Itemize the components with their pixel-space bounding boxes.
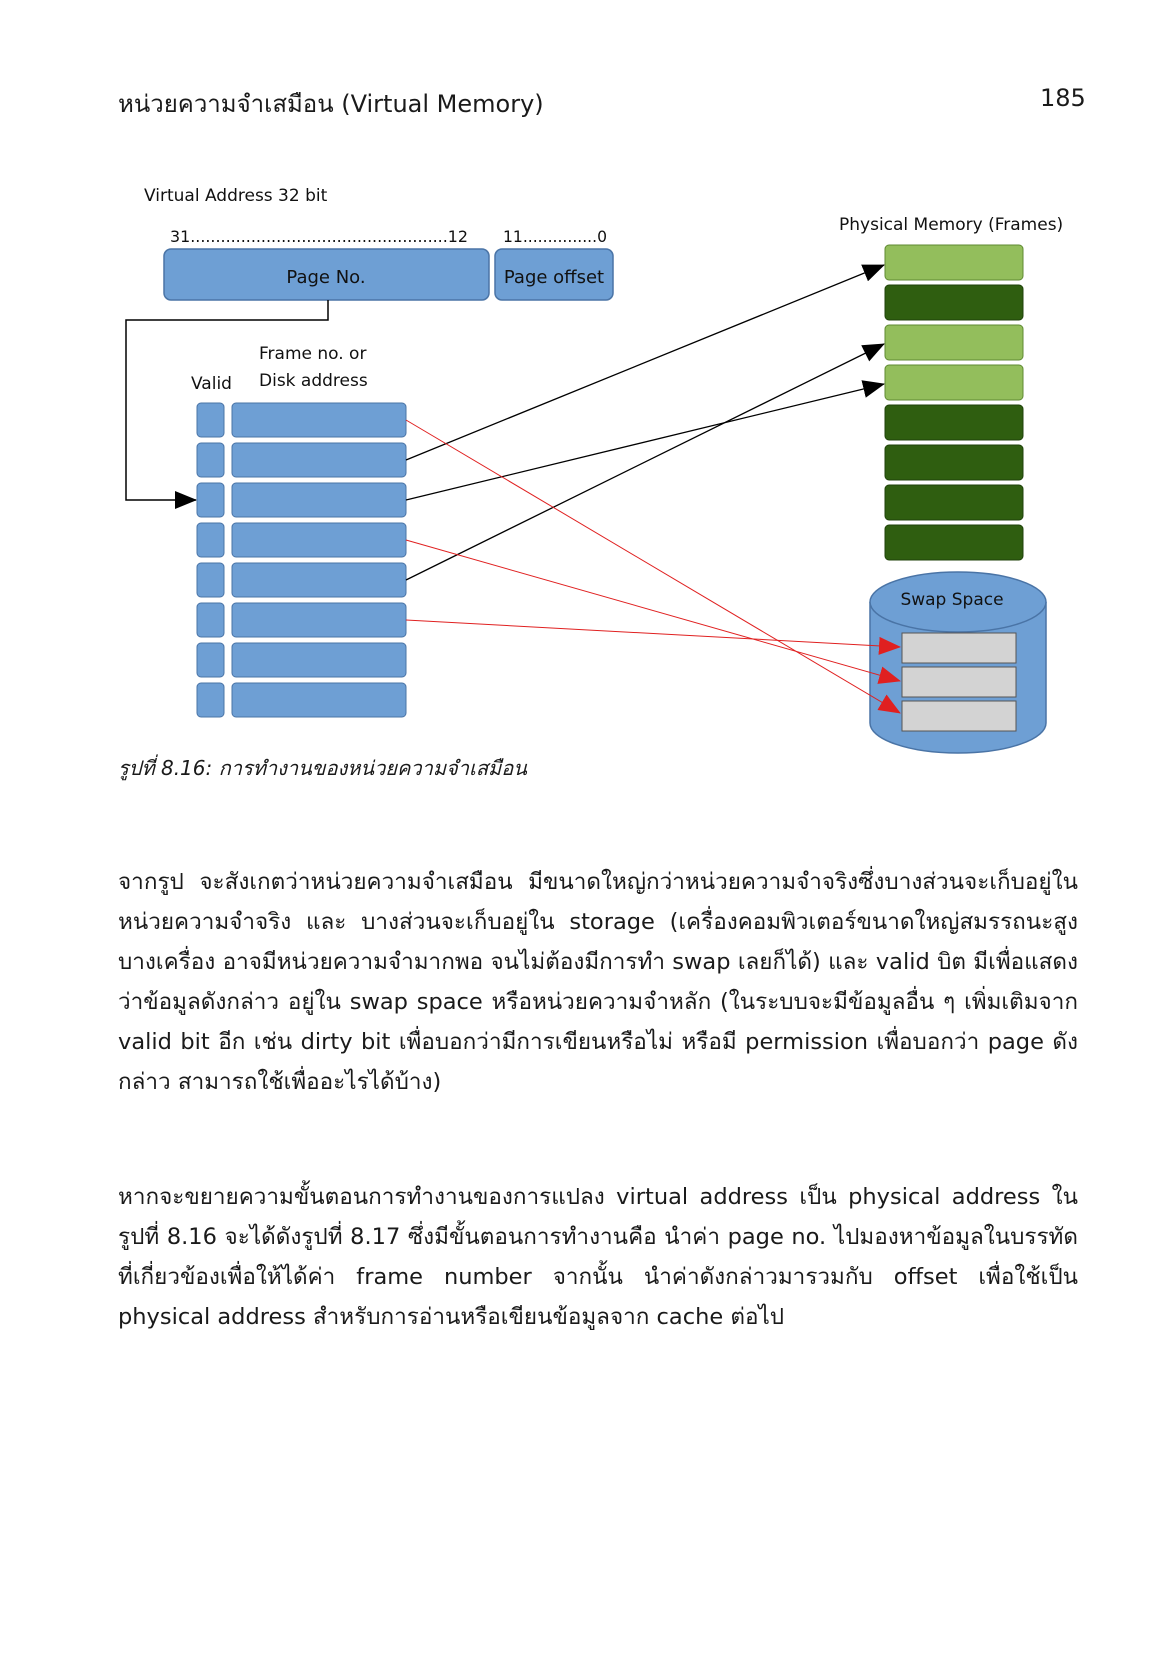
offset-bit-range: 11...............0 (503, 227, 607, 246)
valid-cell (196, 482, 225, 518)
valid-cell (196, 602, 225, 638)
frame-cell (231, 482, 407, 518)
valid-cell (196, 642, 225, 678)
swap-arrow (405, 619, 901, 655)
frame-slot (884, 484, 1024, 521)
swap-space-label: Swap Space (900, 590, 1003, 610)
valid-cell (196, 522, 225, 558)
frame-slot (884, 444, 1024, 481)
body-paragraph: จากรูป จะสังเกตว่าหน่วยความจำเสมือน มีขน… (118, 869, 1078, 1095)
mapping-arrow (405, 380, 885, 501)
frame-cell (231, 402, 407, 438)
swap-slot (901, 666, 1017, 698)
swap-slot (901, 700, 1017, 732)
valid-cell (196, 562, 225, 598)
frame-slot (884, 404, 1024, 441)
frame-cell (231, 562, 407, 598)
virtual-memory-diagram: Virtual Address 32 bit 31...............… (125, 186, 1063, 754)
frame-cell (231, 642, 407, 678)
body-paragraph: หากจะขยายความขั้นตอนการทำงานของการแปลง v… (118, 1184, 1078, 1330)
page-table (196, 402, 407, 718)
frame-slot (884, 284, 1024, 321)
valid-cell (196, 402, 225, 438)
swap-mapping-arrows (405, 419, 901, 714)
valid-label: Valid (191, 374, 232, 394)
frame-cell (231, 442, 407, 478)
physical-memory-frames (884, 244, 1024, 561)
frame-slot (884, 364, 1024, 401)
valid-cell (196, 442, 225, 478)
frame-cell (231, 682, 407, 718)
valid-cell (196, 682, 225, 718)
figure-caption: รูปที่ 8.16: การทำงานของหน่วยความจำเสมือ… (118, 756, 527, 780)
physical-memory-label: Physical Memory (Frames) (839, 215, 1063, 235)
frame-cell (231, 602, 407, 638)
frame-label-line1: Frame no. or (259, 344, 366, 364)
swap-space-cylinder: Swap Space (869, 571, 1047, 754)
swap-arrow (405, 419, 901, 714)
swap-slot (901, 632, 1017, 664)
frame-slot (884, 324, 1024, 361)
virtual-address-label: Virtual Address 32 bit (144, 186, 328, 206)
frame-cell (231, 522, 407, 558)
page-offset-label: Page offset (504, 267, 604, 288)
frame-label-line2: Disk address (259, 371, 368, 391)
frame-slot (884, 244, 1024, 281)
swap-arrow (405, 539, 901, 684)
page-no-label: Page No. (286, 267, 365, 288)
frame-slot (884, 524, 1024, 561)
page-no-bit-range: 31......................................… (170, 227, 468, 246)
frame-mapping-arrows (405, 264, 885, 581)
